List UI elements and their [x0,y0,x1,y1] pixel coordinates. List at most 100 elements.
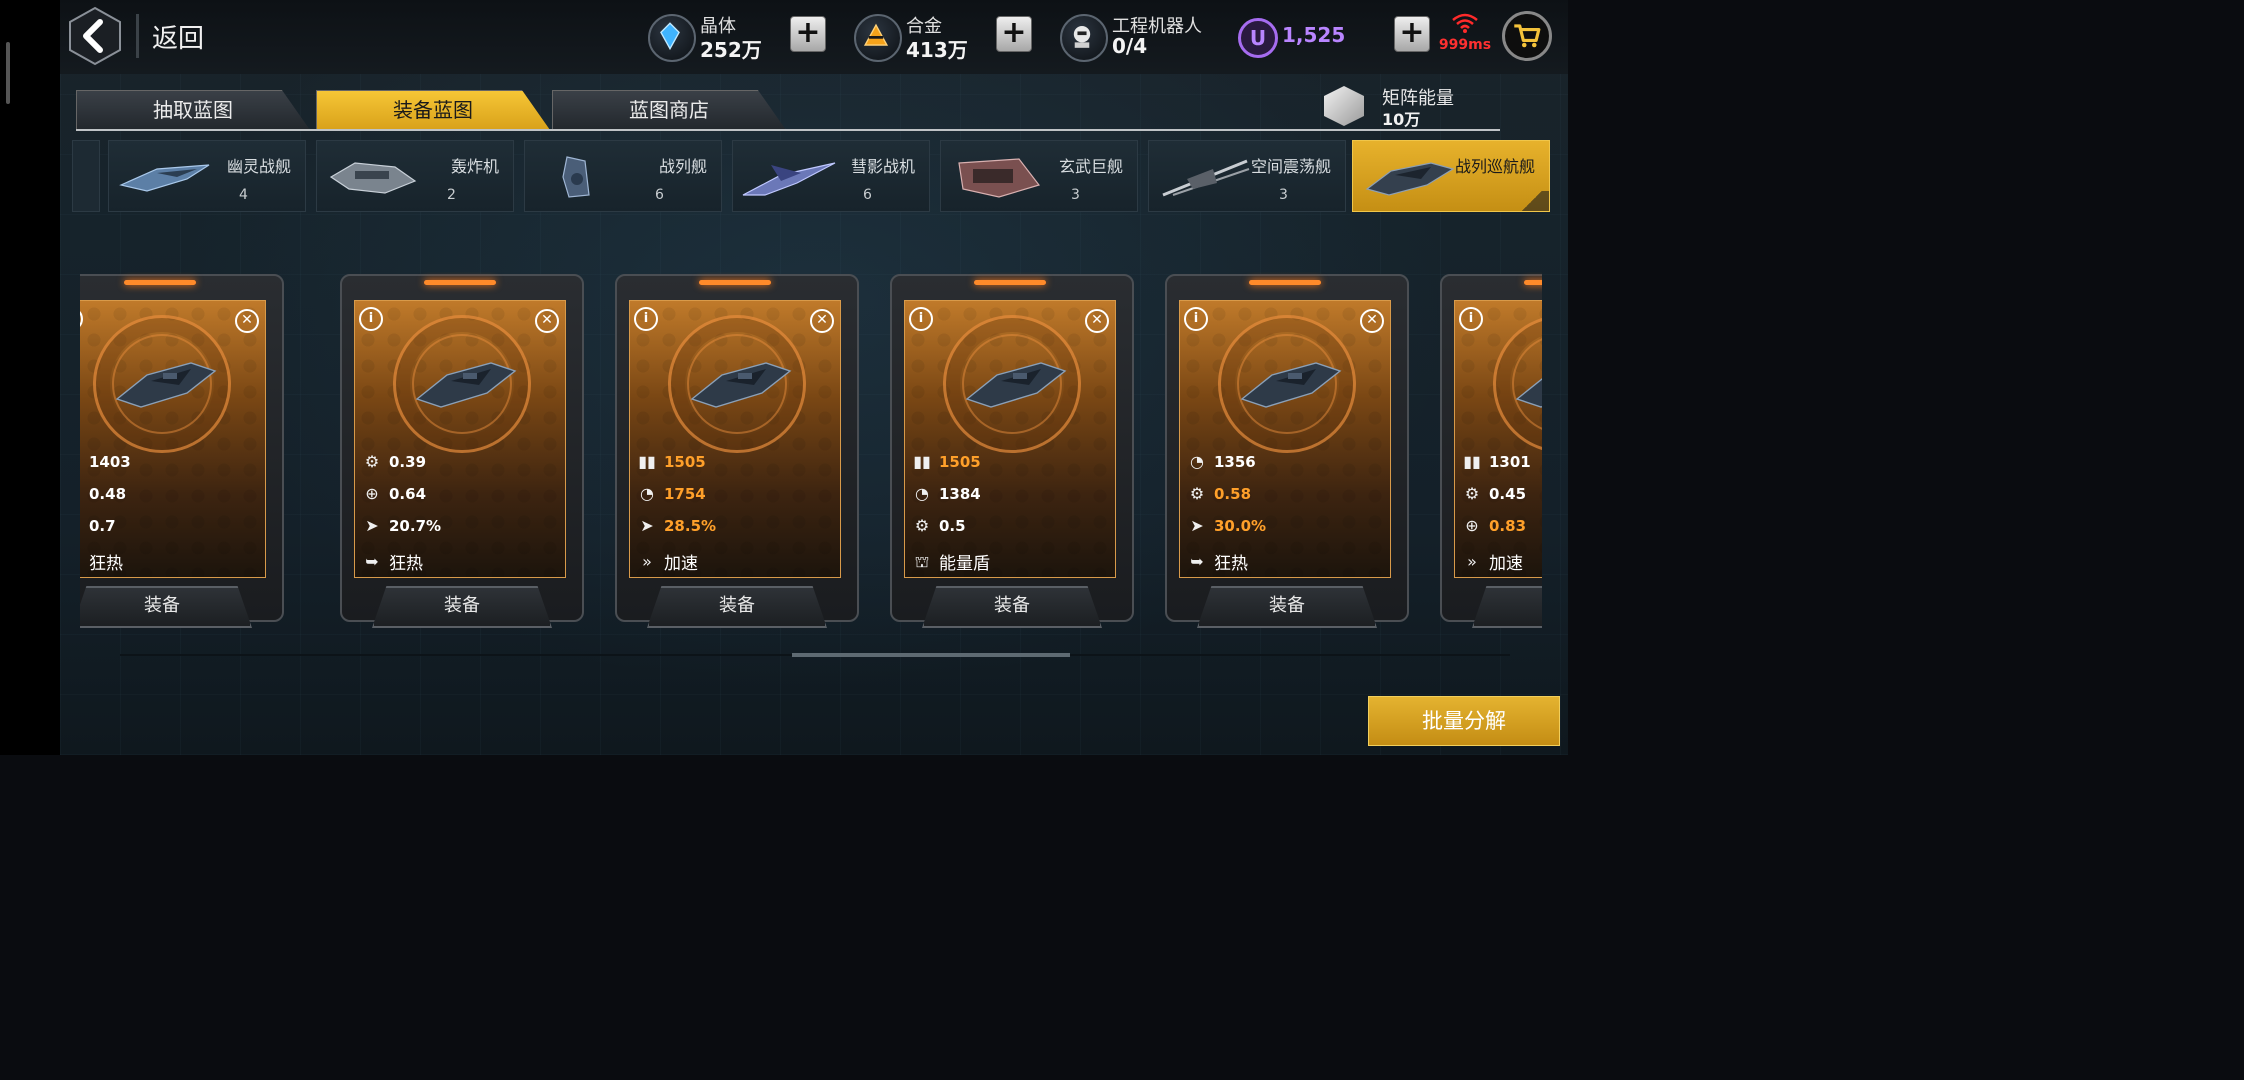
tab-equip-blueprint[interactable]: 装备蓝图 [316,90,550,130]
stat-value: 0.5 [939,517,966,535]
info-icon[interactable]: i [359,307,383,331]
category-bomber[interactable]: 轰炸机 2 [316,140,514,212]
category-battlecruiser[interactable]: 战列巡航舰 [1352,140,1550,212]
equip-button[interactable]: 装备 [80,586,252,628]
card-stat: ◔ 1754 [636,483,706,507]
blueprint-card[interactable]: i ✕ ◔ 1356 ⚙ 0.58 ➤ 30.0% ➥ 狂热 装备 [1165,274,1409,628]
tab-blueprint-shop[interactable]: 蓝图商店 [552,90,786,130]
add-u-coin-button[interactable]: + [1394,16,1430,52]
xuanwu-giant-icon [958,158,1041,198]
card-skill: ⛫ 能量盾 [911,549,990,575]
skill-label: 狂热 [1214,554,1248,574]
close-icon[interactable]: ✕ [810,309,834,333]
close-icon[interactable]: ✕ [1085,309,1109,333]
info-icon[interactable]: i [1184,307,1208,331]
blueprint-card[interactable]: i ✕ ▮▮ 1505 ◔ 1384 ⚙ 0.5 ⛫ 能量盾 装备 [890,274,1134,628]
ammo-icon: ▮▮ [1463,452,1481,471]
gear-ring-icon: ⚙ [914,516,930,535]
cart-button[interactable] [1502,11,1552,61]
category-ghost-warship[interactable]: 幽灵战舰 4 [108,140,306,212]
crosshair-icon: ⊕ [80,515,83,537]
card-skill: » 加速 [1461,549,1523,575]
batch-dismantle-button[interactable]: 批量分解 [1368,696,1560,746]
stat-value: 1403 [89,453,131,471]
stat-value: 20.7% [389,517,442,535]
card-skill: » 加速 [636,549,698,575]
cart-icon [1514,24,1541,48]
info-icon[interactable]: i [1459,307,1483,331]
equip-button[interactable]: 装备 [1197,586,1377,628]
blueprint-card[interactable]: i ✕ ⚙ 0.39 ⊕ 0.64 ➤ 20.7% ➥ 狂热 装备 [340,274,584,628]
crystal-icon [648,14,696,62]
crosshair-icon: ⊕ [1465,516,1479,535]
card-stat: ◔ 1384 [911,483,981,507]
stat-value: 1356 [1214,453,1256,471]
rocket-icon: ➤ [365,516,379,535]
stat-value: 1505 [664,453,706,471]
info-icon[interactable]: i [80,307,83,331]
card-top-light [424,280,496,285]
matrix-energy-value: 10万 [1382,110,1421,129]
close-icon[interactable]: ✕ [1360,309,1384,333]
category-name: 轰炸机 [450,157,499,176]
add-alloy-button[interactable]: + [996,16,1032,52]
stat-value: 1384 [939,485,981,503]
blueprint-card[interactable]: i ✕ ▮▮ 1505 ◔ 1754 ➤ 28.5% » 加速 装备 [615,274,859,628]
back-label[interactable]: 返回 [152,18,204,55]
dome-icon: ◔ [915,484,929,503]
category-count: 3 [1071,187,1080,203]
rocket-icon: ➤ [640,516,654,535]
gear-ring-icon: ⚙ [364,452,380,471]
blueprint-card-list: i ✕ ▮▮ 1403 ⚙ 0.48 ⊕ 0.7 ➥ 狂热 装备 i [80,272,1542,634]
ship-category-bar: 幽灵战舰 4 轰炸机 2 战列舰 6 彗影战机 6 玄武巨舰 3 空间震荡舰 3 [60,138,1568,214]
card-top-light [699,280,771,285]
equip-button[interactable]: 装备 [922,586,1102,628]
blueprint-card[interactable]: i ✕ ▮▮1301 ⚙0.45 ⊕0.83 »加速 装备 [1440,274,1542,628]
category-count: 2 [447,187,456,203]
equip-button[interactable]: 装备 [372,586,552,628]
edge-handle[interactable] [6,42,10,104]
card-top-light [974,280,1046,285]
battleship-icon [562,156,590,198]
tab-draw-blueprint[interactable]: 抽取蓝图 [76,90,310,130]
crystal-resource: 晶体 252万 [648,10,778,64]
blueprint-card[interactable]: i ✕ ▮▮ 1403 ⚙ 0.48 ⊕ 0.7 ➥ 狂热 装备 [80,274,284,628]
card-stat: ⊕ 0.83 [1461,515,1526,539]
close-icon[interactable]: ✕ [535,309,559,333]
category-name: 幽灵战舰 [226,157,291,176]
category-space-shock-ship[interactable]: 空间震荡舰 3 [1148,140,1346,212]
category-battleship[interactable]: 战列舰 6 [524,140,722,212]
gear-ring-icon: ⚙ [80,483,83,505]
skill-label: 狂热 [89,554,123,574]
info-icon[interactable]: i [634,307,658,331]
wifi-icon [1430,12,1500,37]
card-stat: ◔ 1356 [1186,451,1256,475]
top-bar: 返回 晶体 252万 + 合金 413万 + 工程机器人 0/4 U 1,525 [60,0,1568,74]
card-panel: i ✕ ⚙ 0.39 ⊕ 0.64 ➤ 20.7% ➥ 狂热 [354,300,566,578]
stat-value: 1754 [664,485,706,503]
add-crystal-button[interactable]: + [790,16,826,52]
card-stat: ▮▮ 1403 [80,451,131,475]
skill-label: 狂热 [389,554,423,574]
battlecruiser-icon [1515,378,1542,408]
scroll-thumb[interactable] [792,653,1070,657]
close-icon[interactable]: ✕ [235,309,259,333]
category-comet-fighter[interactable]: 彗影战机 6 [732,140,930,212]
equip-button[interactable]: 装备 [647,586,827,628]
card-stat: ▮▮ 1301 [1461,451,1531,475]
card-top-light [1524,280,1542,285]
info-icon[interactable]: i [909,307,933,331]
boost-icon: ➥ [80,551,83,573]
stat-value: 28.5% [664,517,717,535]
card-panel: i ✕ ▮▮ 1403 ⚙ 0.48 ⊕ 0.7 ➥ 狂热 [80,300,266,578]
gear-ring-icon: ⚙ [1464,484,1480,503]
matrix-cube-icon [1324,86,1364,126]
blueprint-screen: 返回 晶体 252万 + 合金 413万 + 工程机器人 0/4 U 1,525 [60,0,1568,755]
battlecruiser-icon [1365,162,1455,196]
network-status: 999ms [1430,12,1500,62]
back-button[interactable] [68,6,122,66]
category-xuanwu-giant[interactable]: 玄武巨舰 3 [940,140,1138,212]
ammo-icon: ▮▮ [638,452,656,471]
boost-icon: ➥ [365,551,379,571]
card-stat: ➤ 28.5% [636,515,716,539]
